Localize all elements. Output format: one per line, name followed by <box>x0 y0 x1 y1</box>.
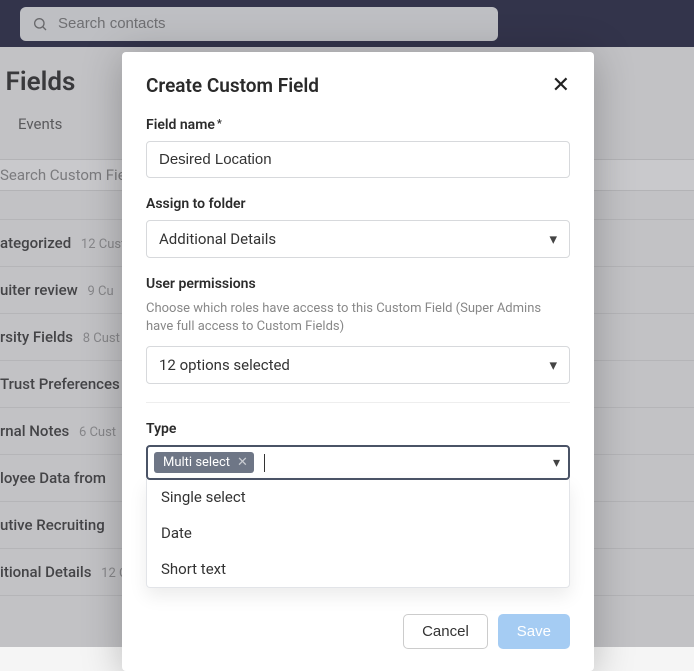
type-chip: Multi select ✕ <box>154 452 254 473</box>
save-button[interactable]: Save <box>498 614 570 649</box>
text-cursor <box>264 454 265 472</box>
cancel-button[interactable]: Cancel <box>403 614 488 649</box>
divider <box>146 402 570 403</box>
modal-title: Create Custom Field <box>146 74 319 97</box>
close-icon[interactable]: ✕ <box>552 75 570 97</box>
permissions-label: User permissions <box>146 276 570 292</box>
type-option-date[interactable]: Date <box>147 515 569 551</box>
type-dropdown: Single select Date Short text <box>146 479 570 588</box>
chevron-down-icon: ▾ <box>553 455 560 471</box>
type-multiselect[interactable]: Multi select ✕ ▾ <box>146 445 570 480</box>
permissions-hint: Choose which roles have access to this C… <box>146 300 570 336</box>
assign-folder-select[interactable]: Additional Details ▾ <box>146 220 570 258</box>
field-name-input[interactable] <box>146 141 570 178</box>
chip-remove-icon[interactable]: ✕ <box>237 455 248 470</box>
type-label: Type <box>146 421 570 437</box>
permissions-select[interactable]: 12 options selected ▾ <box>146 346 570 384</box>
field-name-label: Field name <box>146 117 570 133</box>
assign-folder-value: Additional Details <box>159 230 276 248</box>
chevron-down-icon: ▾ <box>549 356 557 374</box>
type-option-single-select[interactable]: Single select <box>147 479 569 515</box>
assign-folder-label: Assign to folder <box>146 196 570 212</box>
chevron-down-icon: ▾ <box>549 230 557 248</box>
type-option-short-text[interactable]: Short text <box>147 551 569 587</box>
create-custom-field-modal: Create Custom Field ✕ Field name Assign … <box>122 52 594 671</box>
permissions-value: 12 options selected <box>159 356 290 374</box>
